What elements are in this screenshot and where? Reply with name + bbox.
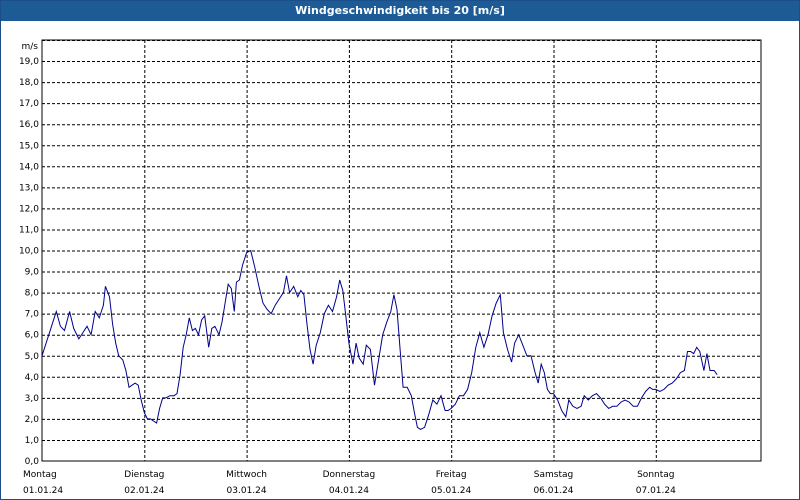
y-tick-label: 19,0 <box>19 57 39 67</box>
x-tick-day: Samstag <box>534 470 573 480</box>
y-tick-label: 0,0 <box>25 457 40 467</box>
y-tick-label: 14,0 <box>19 162 39 172</box>
y-tick-label: 9,0 <box>25 268 40 278</box>
y-tick-label: 10,0 <box>19 247 39 257</box>
y-tick-label: 13,0 <box>19 183 39 193</box>
x-tick-day: Donnerstag <box>323 470 376 480</box>
y-tick-label: 18,0 <box>19 78 39 88</box>
x-axis-ticks: Montag 01.01.24 Dienstag 02.01.24 Mittwoch 03… <box>23 470 676 496</box>
y-axis-label: m/s <box>22 42 39 52</box>
chart-window: Windgeschwindigkeit bis 20 [m/s] 0,0 1,0 2… <box>0 0 800 500</box>
y-tick-label: 7,0 <box>25 310 40 320</box>
x-tick-day: Freitag <box>436 470 467 480</box>
y-tick-label: 5,0 <box>25 352 40 362</box>
y-tick-label: 3,0 <box>25 394 40 404</box>
y-tick-label: 6,0 <box>25 331 40 341</box>
line-chart: 0,0 1,0 2,0 3,0 4,0 5,0 6,0 7,0 8,0 9,0 10,0 11,0 12… <box>19 39 762 496</box>
y-tick-label: 12,0 <box>19 204 39 214</box>
y-tick-label: 11,0 <box>19 225 39 235</box>
y-tick-label: 8,0 <box>25 289 40 299</box>
y-tick-label: 16,0 <box>19 120 39 130</box>
y-axis-ticks: 0,0 1,0 2,0 3,0 4,0 5,0 6,0 7,0 8,0 9,0 10,0 11,0 12… <box>19 57 39 467</box>
x-tick-date: 02.01.24 <box>124 486 164 496</box>
y-tick-label: 4,0 <box>25 373 40 383</box>
y-tick-label: 1,0 <box>25 436 40 446</box>
x-tick-date: 03.01.24 <box>227 486 267 496</box>
x-tick-date: 01.01.24 <box>23 486 63 496</box>
y-tick-label: 15,0 <box>19 141 39 151</box>
x-tick-day: Mittwoch <box>226 470 267 480</box>
x-tick-date: 07.01.24 <box>636 486 676 496</box>
x-tick-day: Montag <box>23 470 57 480</box>
x-tick-day: Sonntag <box>637 470 674 480</box>
x-tick-date: 06.01.24 <box>533 486 573 496</box>
series-group <box>41 249 718 430</box>
x-tick-date: 04.01.24 <box>329 486 369 496</box>
y-tick-label: 17,0 <box>19 99 39 109</box>
y-tick-label: 2,0 <box>25 415 40 425</box>
x-tick-date: 05.01.24 <box>431 486 471 496</box>
horizontal-gridlines <box>42 40 761 441</box>
x-tick-day: Dienstag <box>124 470 164 480</box>
wind-speed-line <box>41 249 718 430</box>
